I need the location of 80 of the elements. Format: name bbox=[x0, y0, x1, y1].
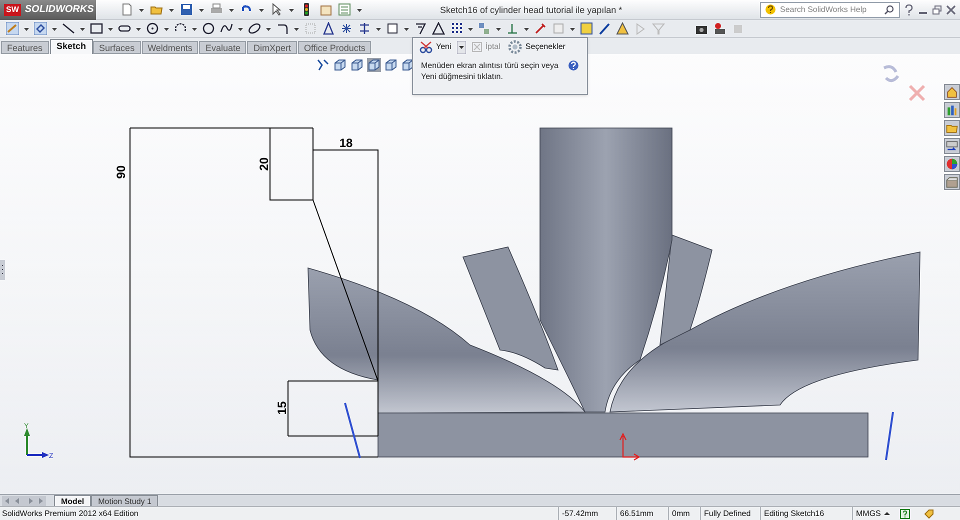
command-tab[interactable]: Weldments bbox=[142, 41, 198, 54]
trim-icon[interactable] bbox=[358, 22, 371, 35]
coordinate-x: -57.42mm bbox=[558, 506, 616, 520]
view-cube-icon[interactable] bbox=[367, 58, 381, 72]
help-icon bbox=[765, 4, 776, 15]
dropdown-icon[interactable] bbox=[457, 40, 466, 54]
fillet-icon[interactable] bbox=[276, 22, 289, 35]
popup-message: Menüden ekran alıntısı türü seçin veya Yeni düğmesini tıklatın. bbox=[421, 60, 560, 82]
dimension-label[interactable]: 90 bbox=[114, 165, 128, 179]
dimension-label[interactable]: 18 bbox=[339, 136, 353, 150]
printer-icon[interactable] bbox=[210, 3, 223, 16]
command-tab[interactable]: Features bbox=[1, 41, 49, 54]
save-icon[interactable] bbox=[180, 3, 193, 16]
command-tab[interactable]: Surfaces bbox=[93, 41, 141, 54]
scissors-icon bbox=[419, 40, 433, 54]
spline-icon[interactable] bbox=[220, 22, 233, 35]
point-icon[interactable] bbox=[340, 22, 353, 35]
status-text: SolidWorks Premium 2012 x64 Edition bbox=[1, 508, 140, 520]
view-cube-icon[interactable] bbox=[384, 58, 398, 72]
command-tab[interactable]: Evaluate bbox=[199, 41, 246, 54]
dimension-label[interactable]: 20 bbox=[257, 157, 271, 171]
edit-mode: Editing Sketch16 bbox=[760, 506, 852, 520]
gear-icon bbox=[508, 40, 522, 54]
help-icon[interactable] bbox=[568, 60, 579, 71]
triad-icon bbox=[24, 428, 49, 458]
dimension-label[interactable]: 15 bbox=[275, 401, 289, 415]
convert-entities-icon[interactable] bbox=[386, 22, 399, 35]
question-icon[interactable] bbox=[904, 4, 914, 16]
command-tab[interactable]: Sketch bbox=[50, 39, 94, 54]
repair-sketch-icon[interactable] bbox=[534, 22, 547, 35]
bottom-tab[interactable]: Motion Study 1 bbox=[91, 495, 158, 506]
relations-icon[interactable] bbox=[506, 22, 519, 35]
warning-icon[interactable] bbox=[432, 22, 445, 35]
zoom-to-fit-icon[interactable] bbox=[316, 58, 330, 72]
tag-icon[interactable] bbox=[924, 508, 934, 518]
popup-button[interactable]: Seçenekler bbox=[506, 39, 568, 55]
help-icon[interactable] bbox=[900, 508, 910, 518]
close-icon bbox=[472, 42, 482, 52]
shaded-sketch-icon[interactable] bbox=[616, 22, 629, 35]
view-palette-icon[interactable] bbox=[944, 138, 960, 154]
origin-icon bbox=[619, 432, 640, 461]
logo-text: SOLIDWORKS bbox=[24, 3, 94, 17]
search-field[interactable]: Search SolidWorks Help bbox=[760, 2, 900, 18]
library-icon[interactable] bbox=[944, 102, 960, 118]
search-icon[interactable] bbox=[884, 4, 894, 14]
view-cube-icon[interactable] bbox=[350, 58, 364, 72]
command-tab[interactable]: Office Products bbox=[298, 41, 372, 54]
search-input[interactable]: Search SolidWorks Help bbox=[780, 4, 880, 16]
move-entities-icon[interactable] bbox=[478, 22, 491, 35]
options-icon[interactable] bbox=[338, 3, 351, 16]
ellipse-icon[interactable] bbox=[248, 22, 261, 35]
rectangle-icon[interactable] bbox=[90, 22, 103, 35]
smart-dimension-icon[interactable] bbox=[34, 22, 47, 35]
logo-badge: SW bbox=[4, 4, 21, 16]
cursor-icon[interactable] bbox=[270, 3, 283, 16]
view-cube-icon[interactable] bbox=[401, 58, 415, 72]
bottom-tab[interactable]: Model bbox=[54, 495, 92, 506]
circle-icon[interactable] bbox=[146, 22, 159, 35]
box-icon[interactable] bbox=[944, 174, 960, 190]
window-title: Sketch16 of cylinder head tutorial ile yapılan * bbox=[440, 4, 622, 17]
new-document-icon[interactable] bbox=[120, 3, 133, 16]
record-icon[interactable] bbox=[713, 22, 726, 35]
instant-2d-icon[interactable] bbox=[580, 22, 593, 35]
home-icon[interactable] bbox=[944, 84, 960, 100]
command-tab[interactable]: DimXpert bbox=[247, 41, 297, 54]
appearance-icon[interactable] bbox=[944, 156, 960, 172]
line-icon[interactable] bbox=[62, 22, 75, 35]
popup-button[interactable]: Yeni bbox=[417, 39, 454, 55]
coordinate-y: 66.51mm bbox=[616, 506, 668, 520]
folder-icon[interactable] bbox=[944, 120, 960, 136]
close-icon[interactable] bbox=[946, 4, 956, 14]
panel-handle-icon[interactable] bbox=[0, 260, 5, 280]
sketch-status: Fully Defined bbox=[700, 506, 760, 520]
pattern-icon[interactable] bbox=[450, 22, 463, 35]
sketch-color-icon[interactable] bbox=[598, 22, 611, 35]
view-cube-icon[interactable] bbox=[333, 58, 347, 72]
coordinate-z: 0mm bbox=[668, 506, 700, 520]
restore-icon[interactable] bbox=[932, 4, 942, 14]
file-properties-icon[interactable] bbox=[319, 3, 332, 16]
units-menu[interactable]: MMGS bbox=[852, 506, 884, 520]
